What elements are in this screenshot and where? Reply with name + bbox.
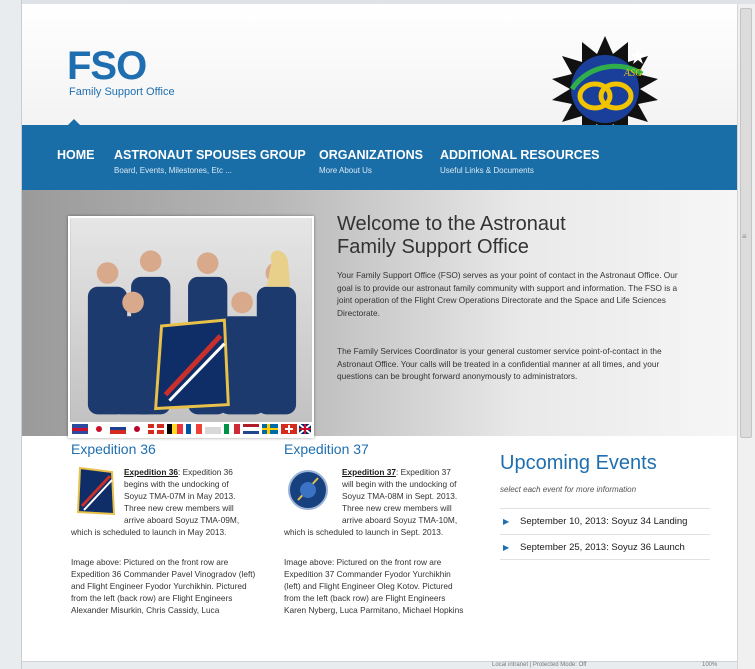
nav-organizations-sub: More About Us [319, 166, 372, 175]
expedition-36-title: Expedition 36 [71, 441, 156, 457]
nav-additional-resources[interactable]: ADDITIONAL RESOURCES Useful Links & Docu… [440, 148, 600, 175]
event-arrow-icon: ▶ [503, 543, 510, 552]
nav-organizations-label: ORGANIZATIONS [319, 148, 423, 162]
crew-photo [68, 216, 314, 438]
web-page: FSO Family Support Office ASG HOME ASTRO… [22, 4, 737, 669]
browser-status-bar: Local intranet | Protected Mode: Off 100… [22, 661, 737, 669]
welcome-title-line1: Welcome to the Astronaut [337, 213, 566, 235]
upcoming-events-title: Upcoming Events [500, 452, 657, 474]
badge-label: ASG [623, 68, 642, 79]
nav-asg-label: ASTRONAUT SPOUSES GROUP [114, 148, 306, 162]
upcoming-events-hint: select each event for more information [500, 485, 637, 494]
status-zoom[interactable]: 100% [702, 662, 717, 668]
nav-resources-label: ADDITIONAL RESOURCES [440, 148, 600, 162]
welcome-title-line2: Family Support Office [337, 236, 529, 258]
expedition-36-patch-icon [76, 466, 116, 516]
site-logo[interactable]: FSO [67, 44, 147, 89]
expedition-37-title: Expedition 37 [284, 441, 369, 457]
status-zone: Local intranet | Protected Mode: Off [492, 662, 587, 668]
nav-resources-sub: Useful Links & Documents [440, 166, 534, 175]
welcome-title: Welcome to the Astronaut Family Support … [337, 213, 667, 259]
welcome-paragraph-1: Your Family Support Office (FSO) serves … [337, 270, 678, 318]
scrollbar-thumb[interactable] [740, 8, 752, 438]
expedition-37-link[interactable]: Expedition 37 [342, 467, 396, 477]
expedition-36-caption: Image above: Pictured on the front row a… [71, 557, 256, 615]
expedition-37-caption: Image above: Pictured on the front row a… [284, 557, 464, 615]
nav-asg-sub: Board, Events, Milestones, Etc ... [114, 166, 232, 175]
event-label: September 10, 2013: Soyuz 34 Landing [520, 516, 688, 527]
nav-organizations[interactable]: ORGANIZATIONS More About Us [319, 148, 423, 175]
window-left-edge [0, 0, 22, 669]
expedition-36-intro-cont: which is scheduled to launch in May 2013… [71, 527, 227, 537]
nav-home-label: HOME [57, 148, 95, 162]
site-header: FSO Family Support Office ASG [22, 4, 737, 142]
active-nav-caret [68, 119, 80, 125]
expedition-36-intro: Expedition 36: Expedition 36 begins with… [124, 466, 244, 526]
event-arrow-icon: ▶ [503, 517, 510, 526]
nav-astronaut-spouses-group[interactable]: ASTRONAUT SPOUSES GROUP Board, Events, M… [114, 148, 306, 175]
expedition-36-link[interactable]: Expedition 36 [124, 467, 178, 477]
crew-flags-strip [70, 422, 312, 436]
welcome-paragraph-2: The Family Services Coordinator is your … [337, 346, 662, 381]
expedition-patch-icon [154, 318, 230, 411]
expedition-37-patch-icon [288, 470, 328, 510]
event-item-soyuz-36-launch[interactable]: ▶ September 25, 2013: Soyuz 36 Launch [500, 534, 710, 560]
expedition-37-intro: Expedition 37: Expedition 37 will begin … [342, 466, 462, 526]
site-logo-subtitle: Family Support Office [69, 86, 175, 98]
expedition-37-intro-cont: which is scheduled to launch in Sept. 20… [284, 527, 444, 537]
event-item-soyuz-34-landing[interactable]: ▶ September 10, 2013: Soyuz 34 Landing [500, 508, 710, 534]
scrollbar-grip-icon: ≡ [742, 232, 747, 241]
event-label: September 25, 2013: Soyuz 36 Launch [520, 542, 685, 553]
nav-home[interactable]: HOME [57, 148, 95, 162]
